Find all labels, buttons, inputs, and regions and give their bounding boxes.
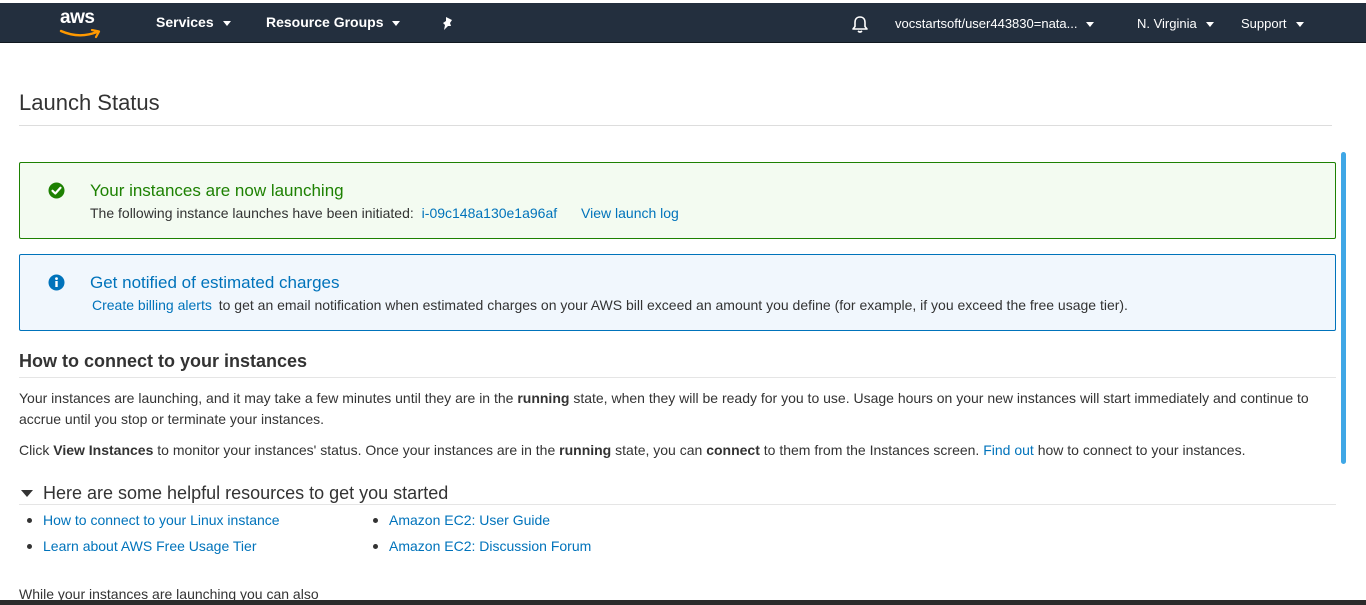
ec2-user-guide-link[interactable]: Amazon EC2: User Guide — [389, 512, 550, 528]
billing-info-alert: Get notified of estimated charges Create… — [19, 254, 1336, 331]
divider — [19, 504, 1336, 505]
resource-groups-menu[interactable]: Resource Groups — [266, 14, 401, 30]
region-label: N. Virginia — [1137, 16, 1197, 31]
bullet — [373, 543, 378, 549]
scrollbar-thumb[interactable] — [1341, 152, 1346, 464]
para-text: to monitor your instances' status. Once … — [153, 442, 560, 458]
chevron-down-icon — [1295, 22, 1304, 27]
caret-down-icon — [21, 490, 33, 497]
account-menu[interactable]: vocstartsoft/user443830=nata... — [895, 16, 1095, 31]
find-out-link[interactable]: Find out — [983, 442, 1034, 458]
account-label: vocstartsoft/user443830=nata... — [895, 16, 1078, 31]
support-menu[interactable]: Support — [1241, 16, 1304, 31]
chevron-down-icon — [1086, 22, 1095, 27]
connect-section-heading: How to connect to your instances — [19, 351, 308, 371]
check-circle-icon — [48, 182, 65, 199]
divider — [19, 377, 1336, 378]
para-bold-running: running — [517, 390, 570, 406]
info-circle-icon — [48, 274, 65, 291]
para-bold-running: running — [559, 442, 612, 458]
top-navigation-bar: aws Services Resource Groups vocstartsof… — [0, 0, 1366, 43]
resource-item: Amazon EC2: User Guide — [373, 512, 550, 528]
aws-smile-icon — [59, 29, 101, 39]
region-menu[interactable]: N. Virginia — [1137, 16, 1214, 31]
launch-success-alert: Your instances are now launching The fol… — [19, 162, 1336, 239]
services-menu[interactable]: Services — [156, 14, 231, 30]
chevron-down-icon — [1205, 22, 1214, 27]
pin-button[interactable] — [441, 16, 455, 32]
resource-item: How to connect to your Linux instance — [27, 512, 280, 528]
bullet — [27, 517, 32, 523]
bullet — [27, 543, 32, 549]
page-title: Launch Status — [19, 90, 160, 115]
bullet — [373, 517, 378, 523]
instance-id-link[interactable]: i-09c148a130e1a96af — [422, 205, 557, 221]
pin-icon — [443, 17, 452, 30]
resource-groups-label: Resource Groups — [266, 14, 384, 30]
notifications-button[interactable] — [851, 15, 869, 34]
para-text: how to connect to your instances. — [1033, 442, 1246, 458]
aws-logo[interactable]: aws — [56, 7, 106, 39]
aws-logo-text: aws — [60, 7, 95, 28]
para-text: to them from the Instances screen. — [759, 442, 984, 458]
resources-heading-text: Here are some helpful resources to get y… — [43, 483, 449, 503]
chevron-down-icon — [222, 20, 231, 26]
resource-item: Learn about AWS Free Usage Tier — [27, 538, 256, 554]
divider — [19, 125, 1332, 126]
support-label: Support — [1241, 16, 1287, 31]
linux-connect-link[interactable]: How to connect to your Linux instance — [43, 512, 280, 528]
resource-item: Amazon EC2: Discussion Forum — [373, 538, 591, 554]
para-text: Your instances are launching, and it may… — [19, 390, 518, 406]
billing-body: Create billing alerts to get an email no… — [92, 297, 1128, 313]
billing-body-text: to get an email notification when estima… — [218, 297, 1128, 313]
bell-icon — [852, 16, 868, 33]
free-usage-tier-link[interactable]: Learn about AWS Free Usage Tier — [43, 538, 256, 554]
para-text: state, you can — [611, 442, 707, 458]
launch-info-paragraph: Your instances are launching, and it may… — [19, 388, 1339, 430]
success-heading: Your instances are now launching — [90, 181, 344, 200]
ec2-discussion-forum-link[interactable]: Amazon EC2: Discussion Forum — [389, 538, 591, 554]
view-instances-paragraph: Click View Instances to monitor your ins… — [19, 440, 1339, 461]
chevron-down-icon — [392, 20, 401, 26]
create-billing-alerts-link[interactable]: Create billing alerts — [92, 297, 212, 313]
para-bold-view-instances: View Instances — [53, 442, 154, 458]
billing-heading: Get notified of estimated charges — [90, 273, 340, 292]
para-bold-connect: connect — [706, 442, 760, 458]
resources-section-toggle[interactable]: Here are some helpful resources to get y… — [21, 483, 448, 504]
para-text: Click — [19, 442, 54, 458]
services-label: Services — [156, 14, 214, 30]
success-body: The following instance launches have bee… — [90, 205, 679, 221]
bottom-edge — [0, 600, 1366, 605]
view-launch-log-link[interactable]: View launch log — [581, 205, 679, 221]
success-body-text: The following instance launches have bee… — [90, 205, 414, 221]
